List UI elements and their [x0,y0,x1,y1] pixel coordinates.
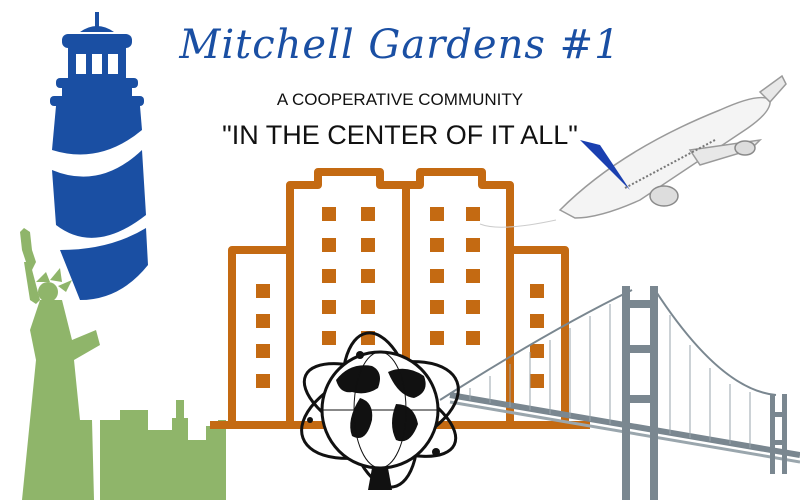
poster-artwork [20,12,800,500]
subtitle: A COOPERATIVE COMMUNITY [276,90,524,109]
poster: Mitchell Gardens #1 A COOPERATIVE COMMUN… [0,0,800,500]
tagline: "IN THE CENTER OF IT ALL" [222,120,578,150]
page-title: Mitchell Gardens #1 [179,22,621,68]
suspension-bridge-icon [439,286,800,500]
lighthouse-icon [50,12,148,300]
unisphere-globe-icon [300,331,460,490]
city-skyline-icon [100,400,226,500]
